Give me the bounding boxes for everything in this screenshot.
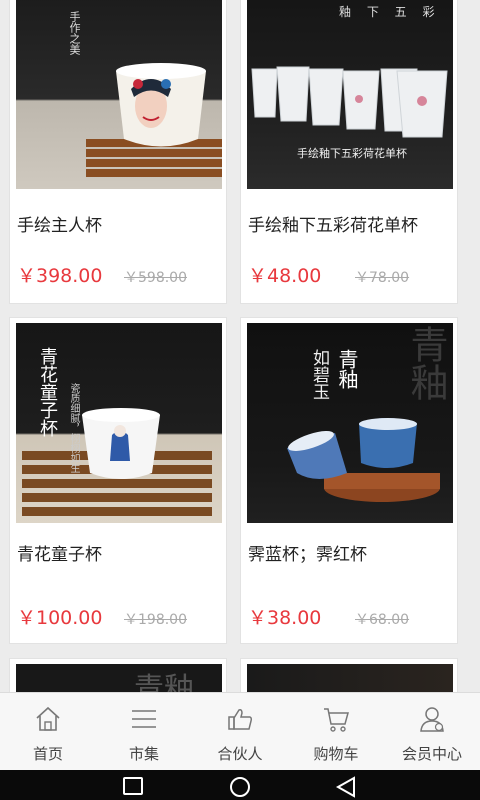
image-subtitle: 如碧玉 [309,349,329,400]
product-name[interactable]: 青花童子杯 [17,540,102,565]
image-caption: 手绘釉下五彩荷花单杯 [297,147,407,160]
tab-label: 会员中心 [401,745,462,763]
product-image[interactable]: 青花童子杯 瓷质细腻，栩栩如生 [16,323,222,523]
product-name[interactable]: 手绘主人杯 [17,211,102,236]
tab-member[interactable]: 会员中心 [384,693,480,771]
product-original-price: ￥78.00 [355,270,410,286]
product-card[interactable]: 釉 下 五 彩 手绘釉下五彩荷花单杯 手绘釉下五彩荷花单杯 ￥48.00 ￥78… [240,0,458,304]
image-title: 青花童子杯 [37,347,58,437]
product-name[interactable]: 手绘釉下五彩荷花单杯 [248,211,418,236]
product-card[interactable]: 青花童子杯 瓷质细腻，栩栩如生 青花童子杯 ￥100.00 ￥198.00 [9,317,227,644]
product-image[interactable] [247,664,453,692]
tab-label: 首页 [32,745,63,763]
tab-market[interactable]: 市集 [96,693,192,771]
product-card[interactable]: 手作之美 手绘主人杯 ￥398.00 ￥598.00 [9,0,227,304]
image-subtitle: 瓷质细腻，栩栩如生 [68,383,79,473]
system-navigation-bar [0,770,480,800]
image-top-text: 釉 下 五 彩 [339,5,441,19]
product-original-price: ￥68.00 [355,612,410,628]
tab-label: 合伙人 [217,745,263,763]
tab-cart[interactable]: 购物车 [288,693,384,771]
product-name[interactable]: 霁蓝杯；霁红杯 [248,540,367,565]
product-price: ￥38.00 [248,607,322,629]
product-card[interactable]: 青釉 青釉 如碧玉 霁蓝杯；霁红杯 ￥38.00 ￥68.00 [240,317,458,644]
thumbs-up-icon [228,709,253,730]
home-icon [36,706,60,731]
user-icon [420,707,444,732]
tab-label: 市集 [128,745,159,763]
product-image[interactable]: 青釉 [16,664,222,692]
cart-icon [324,708,349,732]
image-bg-text: 青釉 [134,672,194,692]
product-grid: 手作之美 手绘主人杯 ￥398.00 ￥598.00 釉 下 五 彩 手绘釉下五… [0,0,480,692]
product-image[interactable]: 青釉 青釉 如碧玉 [247,323,453,523]
tab-home[interactable]: 首页 [0,693,96,771]
product-price: ￥48.00 [248,265,322,287]
product-price: ￥398.00 [17,265,103,287]
tab-partner[interactable]: 合伙人 [192,693,288,771]
list-icon [132,710,156,728]
product-price: ￥100.00 [17,607,103,629]
back-icon[interactable] [334,775,358,799]
image-caption: 手作之美 [68,11,81,55]
product-card[interactable]: 青釉 [9,658,227,692]
tab-label: 购物车 [313,745,359,763]
home-button-icon[interactable] [228,775,252,799]
product-original-price: ￥598.00 [124,270,187,286]
image-bg-text: 青釉 [404,325,448,401]
image-title: 青釉 [335,349,359,389]
bottom-tab-bar: 首页 市集 合伙人 购物车 会员中心 [0,692,480,770]
recent-apps-icon[interactable] [122,776,144,796]
product-original-price: ￥198.00 [124,612,187,628]
product-card[interactable] [240,658,458,692]
product-image[interactable]: 手作之美 [16,0,222,189]
product-image[interactable]: 釉 下 五 彩 手绘釉下五彩荷花单杯 [247,0,453,189]
